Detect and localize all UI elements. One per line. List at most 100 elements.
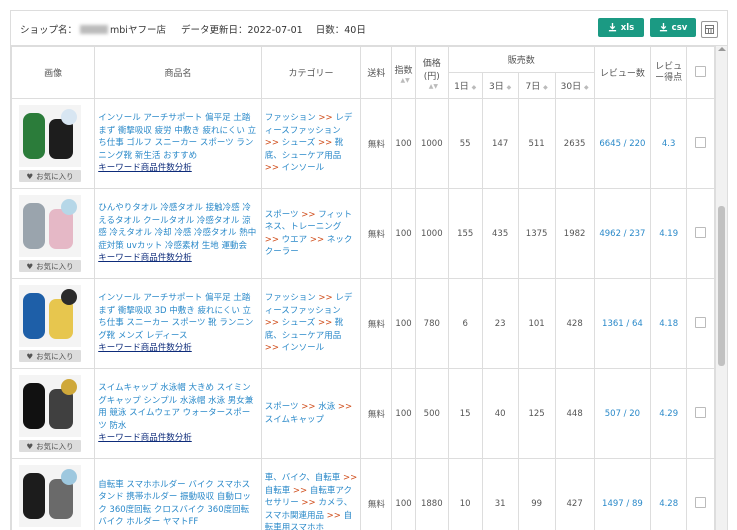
shipping-cell: 無料 xyxy=(361,459,392,530)
price-cell: 1000 xyxy=(415,189,448,279)
sort-icon: ▲▼ xyxy=(429,84,435,89)
scrollbar-thumb[interactable] xyxy=(718,206,725,366)
days-count: 日数：40日 xyxy=(316,25,366,36)
category-link[interactable]: 自転車 xyxy=(265,486,291,496)
reviews-cell[interactable]: 4962 / 237 xyxy=(594,189,651,279)
category-link[interactable]: 水泳 xyxy=(318,402,335,412)
price-cell: 500 xyxy=(415,369,448,459)
column-settings-button[interactable] xyxy=(701,21,718,38)
sales-1d-cell: 155 xyxy=(448,189,482,279)
col-sales-7d[interactable]: 7日 ◆ xyxy=(518,73,555,99)
col-select-all[interactable] xyxy=(687,47,715,99)
export-xls-button[interactable]: xls xyxy=(598,18,644,37)
row-checkbox[interactable] xyxy=(695,227,706,238)
image-cell: ♥お気に入り xyxy=(12,459,95,530)
category-separator: >> xyxy=(265,163,282,173)
col-1d-label: 1日 xyxy=(454,82,469,92)
sales-3d-cell: 23 xyxy=(482,279,518,369)
select-cell[interactable] xyxy=(687,369,715,459)
product-name-link[interactable]: 自転車 スマホホルダー バイク スマホスタンド 携帯ホルダー 振動吸収 自動ロッ… xyxy=(98,479,257,529)
image-cell: ♥お気に入り xyxy=(12,189,95,279)
category-cell: スポーツ >> 水泳 >> スイムキャップ xyxy=(261,369,361,459)
product-name-link[interactable]: スイムキャップ 水泳帽 大きめ スイミングキャップ シンプル 水泳帽 水泳 男女… xyxy=(98,382,257,432)
category-separator: >> xyxy=(307,235,327,245)
col-sales-3d[interactable]: 3日 ◆ xyxy=(482,73,518,99)
product-name-cell: スイムキャップ 水泳帽 大きめ スイミングキャップ シンプル 水泳帽 水泳 男女… xyxy=(95,369,261,459)
category-link[interactable]: シューズ xyxy=(282,138,316,148)
keyword-analysis-link[interactable]: キーワード商品件数分析 xyxy=(98,252,257,265)
reviews-cell[interactable]: 507 / 20 xyxy=(594,369,651,459)
category-link[interactable]: インソール xyxy=(282,343,325,353)
index-cell: 100 xyxy=(392,279,416,369)
row-checkbox[interactable] xyxy=(695,497,706,508)
category-link[interactable]: スポーツ xyxy=(265,402,299,412)
sort-icon: ◆ xyxy=(584,84,589,91)
category-link[interactable]: ウエア xyxy=(282,235,308,245)
price-cell: 1880 xyxy=(415,459,448,530)
favorite-label: お気に入り xyxy=(36,351,74,362)
sales-30d-cell: 427 xyxy=(555,459,594,530)
select-all-checkbox[interactable] xyxy=(695,66,706,77)
product-name-link[interactable]: インソール アーチサポート 偏平足 土踏まず 衝撃吸収 疲労 中敷き 疲れにくい… xyxy=(98,112,257,162)
category-separator: >> xyxy=(324,511,344,521)
category-link[interactable]: ファッション xyxy=(265,113,316,123)
product-thumbnail[interactable] xyxy=(19,285,81,347)
heart-icon: ♥ xyxy=(26,172,33,181)
export-csv-button[interactable]: csv xyxy=(650,18,696,37)
favorite-button[interactable]: ♥お気に入り xyxy=(19,170,81,182)
reviews-cell[interactable]: 1497 / 89 xyxy=(594,459,651,530)
category-separator: >> xyxy=(265,235,282,245)
row-checkbox[interactable] xyxy=(695,317,706,328)
keyword-analysis-link[interactable]: キーワード商品件数分析 xyxy=(98,342,257,355)
shop-name: mbiヤフー店 xyxy=(110,25,166,36)
select-cell[interactable] xyxy=(687,189,715,279)
product-name-link[interactable]: インソール アーチサポート 偏平足 土踏まず 衝撃吸収 3D 中敷き 疲れにくい… xyxy=(98,292,257,342)
review-score-cell: 4.28 xyxy=(651,459,687,530)
product-table: 画像 商品名 カテゴリー 送料 指数▲▼ 価格(円)▲▼ 販売数 レビュー数 レ… xyxy=(11,46,715,530)
row-checkbox[interactable] xyxy=(695,407,706,418)
sort-icon: ◆ xyxy=(507,84,512,91)
row-checkbox[interactable] xyxy=(695,137,706,148)
heart-icon: ♥ xyxy=(26,442,33,451)
select-cell[interactable] xyxy=(687,99,715,189)
product-thumbnail[interactable] xyxy=(19,195,81,257)
sales-3d-cell: 40 xyxy=(482,369,518,459)
vertical-scrollbar[interactable] xyxy=(715,46,728,530)
favorite-button[interactable]: ♥お気に入り xyxy=(19,260,81,272)
category-link[interactable]: ファッション xyxy=(265,293,316,303)
col-reviews: レビュー数 xyxy=(594,47,651,99)
scroll-up-arrow-icon[interactable] xyxy=(718,47,726,51)
category-link[interactable]: スポーツ xyxy=(265,210,299,220)
reviews-cell[interactable]: 6645 / 220 xyxy=(594,99,651,189)
product-thumbnail[interactable] xyxy=(19,105,81,167)
grid-icon xyxy=(705,25,714,34)
category-link[interactable]: スイムキャップ xyxy=(265,415,324,425)
favorite-button[interactable]: ♥お気に入り xyxy=(19,440,81,452)
review-score-cell: 4.19 xyxy=(651,189,687,279)
select-cell[interactable] xyxy=(687,279,715,369)
col-sales-30d[interactable]: 30日 ◆ xyxy=(555,73,594,99)
keyword-analysis-link[interactable]: キーワード商品件数分析 xyxy=(98,432,257,445)
product-thumbnail[interactable] xyxy=(19,375,81,437)
ranking-panel: ショップ名：mbiヤフー店 データ更新日：2022-07-01 日数：40日 x… xyxy=(10,10,728,530)
category-separator: >> xyxy=(315,318,335,328)
col-index[interactable]: 指数▲▼ xyxy=(392,47,416,99)
table-row: ♥お気に入り ひんやりタオル 冷感タオル 接触冷感 冷えるタオル クールタオル … xyxy=(12,189,715,279)
category-link[interactable]: 車、バイク、自転車 xyxy=(265,473,341,483)
category-link[interactable]: シューズ xyxy=(282,318,316,328)
category-link[interactable]: インソール xyxy=(282,163,325,173)
category-separator: >> xyxy=(265,138,282,148)
keyword-analysis-link[interactable]: キーワード商品件数分析 xyxy=(98,162,257,175)
select-cell[interactable] xyxy=(687,459,715,530)
table-row: ♥お気に入り スイムキャップ 水泳帽 大きめ スイミングキャップ シンプル 水泳… xyxy=(12,369,715,459)
csv-label: csv xyxy=(672,23,688,33)
heart-icon: ♥ xyxy=(26,262,33,271)
shipping-cell: 無料 xyxy=(361,189,392,279)
product-name-link[interactable]: ひんやりタオル 冷感タオル 接触冷感 冷えるタオル クールタオル 冷感タオル 涼… xyxy=(98,202,257,252)
image-cell: ♥お気に入り xyxy=(12,279,95,369)
favorite-button[interactable]: ♥お気に入り xyxy=(19,350,81,362)
col-price[interactable]: 価格(円)▲▼ xyxy=(415,47,448,99)
reviews-cell[interactable]: 1361 / 64 xyxy=(594,279,651,369)
col-sales-1d[interactable]: 1日 ◆ xyxy=(448,73,482,99)
product-thumbnail[interactable] xyxy=(19,465,81,527)
